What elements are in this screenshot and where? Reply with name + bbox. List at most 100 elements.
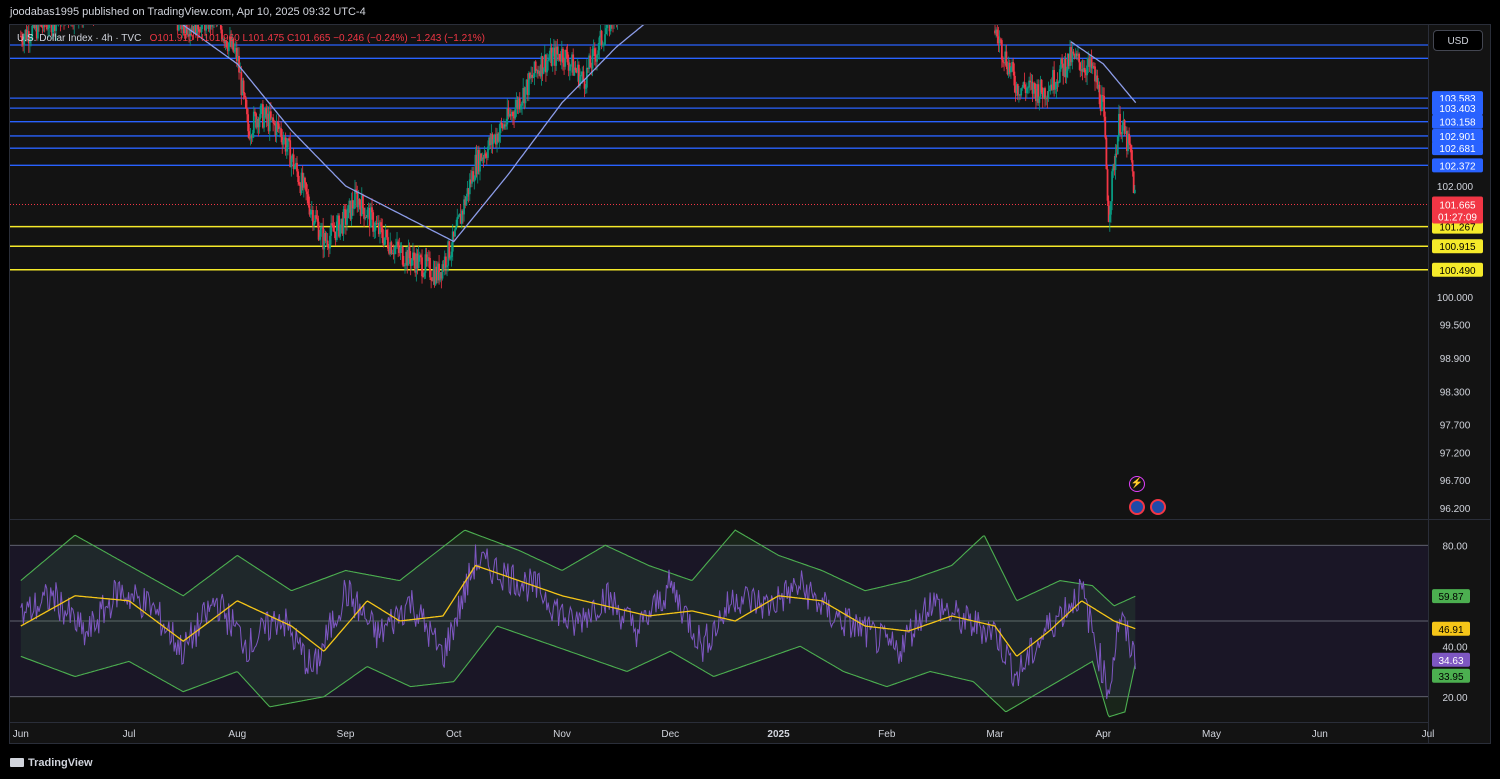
rsi-pane[interactable] [10, 529, 1428, 718]
currency-button[interactable]: USD [1433, 30, 1483, 51]
candle-body [288, 138, 290, 141]
candle-body [1116, 136, 1119, 155]
candle-body [1110, 201, 1112, 215]
price-axis-tick: 97.700 [1440, 421, 1471, 432]
tradingview-logo[interactable]: TradingView [10, 757, 93, 769]
candle-body [99, 12, 101, 16]
candle-body [252, 111, 255, 133]
candle-body [168, 9, 170, 13]
candle-body [612, 22, 614, 23]
candle-body [387, 237, 389, 249]
candle-body [210, 25, 213, 27]
candle-body [580, 74, 583, 77]
candle-body [242, 80, 245, 94]
candle-body [156, 0, 158, 5]
candle-body [118, 0, 120, 13]
candle-body [394, 246, 397, 248]
legend-close: C101.665 [287, 33, 331, 44]
candle-body [611, 13, 613, 22]
candle-body [596, 54, 598, 62]
candle-body [558, 53, 561, 60]
candle-body [1083, 67, 1086, 73]
price-axis-tick: 102.000 [1437, 182, 1474, 193]
candle-body [104, 11, 106, 19]
candle-body [618, 9, 620, 12]
candle-body [374, 223, 377, 231]
candle-body [72, 25, 75, 26]
tradingview-app: joodabas1995 published on TradingView.co… [0, 0, 1500, 779]
candle-body [366, 209, 369, 218]
candle-body [162, 3, 164, 9]
candle-body [247, 114, 250, 132]
chart-canvas[interactable]: 102.000 100.000 99.500 98.900 98.300 97.700 97… [0, 0, 1500, 779]
candle-body [74, 7, 76, 8]
candle-body [600, 30, 603, 46]
candle-body [551, 52, 554, 66]
candle-body [1053, 70, 1056, 90]
candle-body [1023, 82, 1026, 88]
candle-body [101, 0, 103, 16]
legend-change: −0.246 (−0.24%) [333, 33, 408, 44]
candle-body [254, 111, 256, 114]
candle-body [408, 246, 411, 259]
candle-body [206, 9, 208, 14]
candle-body [174, 10, 176, 20]
candle-body [171, 3, 173, 6]
candle-body [251, 132, 254, 138]
candle-body [401, 246, 404, 265]
time-axis-tick: Jul [1422, 729, 1435, 740]
us-flag-event-icon[interactable] [1150, 499, 1166, 515]
tradingview-logo-text: TradingView [28, 757, 93, 769]
candle-body [1065, 70, 1068, 78]
time-axis-tick: Oct [446, 729, 462, 740]
candle-body [102, 0, 104, 1]
candle-body [76, 7, 78, 16]
candle-body [1044, 88, 1046, 100]
rsi-value-label: 33.95 [1438, 672, 1463, 683]
candle-body [996, 29, 999, 37]
candle-body [126, 0, 128, 3]
candle-body [1033, 82, 1036, 89]
candle-body [97, 0, 99, 9]
candle-body [609, 25, 612, 32]
time-axis-tick: Jun [1312, 729, 1328, 740]
candle-body [218, 16, 220, 20]
blue-level-label: 103.158 [1439, 118, 1476, 129]
candle-body [82, 11, 84, 21]
candle-body [61, 11, 63, 24]
candle-body [1054, 88, 1057, 90]
candle-body [1131, 160, 1134, 172]
candle-body [92, 4, 94, 12]
price-axis-tick: 96.700 [1440, 476, 1471, 487]
candle-body [306, 191, 309, 195]
candle-body [421, 257, 423, 277]
candle-body [163, 3, 165, 4]
candle-body [107, 2, 109, 13]
candle-body [93, 12, 95, 22]
candle-body [399, 247, 402, 253]
candle-body [619, 0, 621, 12]
last-price-label: 101.665 [1439, 201, 1476, 212]
candle-body [213, 13, 215, 24]
candle-body [1108, 214, 1111, 222]
candle-body [602, 44, 605, 46]
us-flag-event-icon[interactable] [1129, 499, 1145, 515]
candle-body [1078, 53, 1081, 63]
candle-body [277, 123, 280, 129]
candle-body [39, 22, 41, 24]
legend-low: L101.475 [242, 33, 285, 44]
candle-body [613, 4, 615, 22]
time-axis-tick: Dec [661, 729, 679, 740]
candle-body [94, 0, 96, 21]
candle-body [354, 189, 356, 209]
candle-body [608, 12, 610, 16]
candle-body [390, 242, 393, 254]
candle-body [351, 200, 354, 209]
lightning-event-icon[interactable]: ⚡ [1129, 476, 1145, 492]
candle-body [1002, 59, 1004, 63]
candle-body [564, 49, 567, 67]
candle-body [212, 9, 214, 25]
candle-body [145, 0, 147, 2]
candle-body [307, 194, 310, 206]
candle-body [1000, 40, 1003, 60]
